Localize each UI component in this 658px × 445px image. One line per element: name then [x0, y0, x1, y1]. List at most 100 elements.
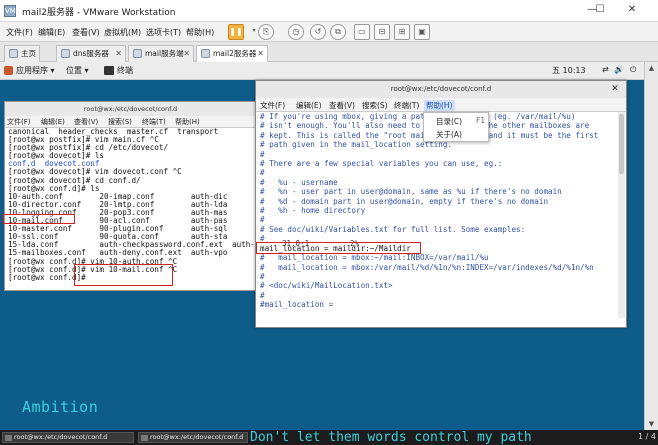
tab-label: mail服务端: [145, 49, 184, 58]
menu-search[interactable]: 搜索(S): [362, 100, 388, 111]
close-button[interactable]: ✕: [624, 3, 640, 17]
menu-view[interactable]: 查看(V): [74, 117, 98, 127]
window-title: mail2服务器 - VMware Workstation: [22, 8, 176, 18]
close-button[interactable]: ✕: [609, 83, 621, 95]
menu-edit[interactable]: 编辑(E): [296, 100, 322, 111]
menu-view[interactable]: 查看(V): [329, 100, 355, 111]
menu-edit[interactable]: 编辑(E): [41, 117, 65, 127]
menu-search[interactable]: 搜索(S): [108, 117, 132, 127]
menu-item-about[interactable]: 关于(A): [436, 129, 462, 140]
menu-edit[interactable]: 编辑(E): [38, 27, 65, 38]
close-icon[interactable]: ✕: [257, 46, 264, 61]
volume-icon[interactable]: 🔊: [614, 65, 624, 74]
revert-snapshot-icon[interactable]: ↺: [310, 24, 326, 40]
menu-file[interactable]: 文件(F): [6, 27, 33, 38]
desktop-ambition-text: Ambition: [22, 398, 99, 416]
highlight-box: [74, 264, 173, 286]
menu-item-shortcut: F1: [476, 116, 486, 125]
unity-icon[interactable]: ⊟: [374, 24, 390, 40]
terminal-icon: [5, 435, 12, 441]
vim-line: # %n - user part in user@domain, same as…: [260, 187, 562, 197]
vim-line: # %u - username: [260, 177, 338, 187]
apps-icon: [4, 66, 13, 75]
highlight-box: [3, 214, 75, 224]
vm-icon: [133, 49, 142, 58]
vim-line: # mail_location = mbox:/var/mail/%d/%1n/…: [260, 262, 594, 272]
vim-buffer[interactable]: # If you're using mbox, giving a path fi…: [260, 112, 620, 318]
menu-file[interactable]: 文件(F): [260, 100, 285, 111]
terminal-title: root@wx:/etc/dovecot/conf.d: [256, 81, 626, 98]
terminal-icon: [141, 435, 148, 441]
vim-line: #: [260, 168, 265, 178]
terminal-app-label[interactable]: 终端: [117, 65, 133, 76]
network-icon[interactable]: ⇄: [602, 65, 609, 74]
highlight-box: [256, 242, 421, 254]
tab-mail2-server[interactable]: mail2服务器 ✕: [196, 45, 268, 62]
vim-line: # %h - home directory: [260, 206, 366, 216]
vm-tab-bar: 主页 dns服务器 ✕ mail服务端 ✕ mail2服务器 ✕: [0, 42, 658, 62]
terminal-icon: [104, 66, 114, 75]
task-item-terminal[interactable]: root@wx:/etc/dovecot/conf.d: [2, 432, 134, 443]
menu-help[interactable]: 帮助(H): [424, 100, 455, 111]
send-keys-icon[interactable]: ⎘: [258, 24, 274, 40]
menu-terminal[interactable]: 终端(T): [394, 100, 419, 111]
help-dropdown-menu: 目录(C) F1 关于(A): [423, 112, 489, 142]
clock[interactable]: 五 10:13: [552, 65, 586, 76]
home-icon: [9, 49, 18, 58]
vim-line: #: [260, 215, 265, 225]
menu-help[interactable]: 帮助(H): [186, 27, 214, 38]
fullscreen-icon[interactable]: ▭: [354, 24, 370, 40]
scroll-thumb[interactable]: [619, 114, 624, 174]
close-icon[interactable]: ✕: [183, 46, 190, 61]
terminal-menu-bar: 文件(F) 编辑(E) 查看(V) 搜索(S) 终端(T) 帮助(H): [256, 98, 626, 112]
vmware-title-bar: VM mail2服务器 - VMware Workstation — ☐ ✕: [0, 0, 658, 22]
vm-icon: [201, 49, 210, 58]
vim-line: # %d - domain part in user@domain, empty…: [260, 196, 549, 206]
close-icon[interactable]: ✕: [115, 46, 122, 61]
scroll-down-icon[interactable]: ▼: [647, 420, 656, 428]
vm-icon: [61, 49, 70, 58]
menu-item-contents[interactable]: 目录(C): [436, 116, 462, 127]
vim-line: #: [260, 271, 265, 281]
vim-line: #: [260, 149, 265, 159]
task-item-terminal[interactable]: root@wx:/etc/dovecot/conf.d: [138, 432, 248, 443]
vm-scrollbar[interactable]: ▲ ▼: [644, 62, 658, 430]
vim-line: #: [260, 290, 265, 300]
maximize-button[interactable]: ☐: [592, 3, 608, 17]
scroll-up-icon[interactable]: ▲: [647, 64, 656, 72]
places-menu[interactable]: 位置 ▾: [66, 65, 89, 76]
menu-terminal[interactable]: 终端(T): [142, 117, 166, 127]
tab-mail-server[interactable]: mail服务端 ✕: [128, 45, 194, 62]
vim-line: #mail_location =: [260, 300, 334, 310]
view-icon[interactable]: ⊞: [394, 24, 410, 40]
vim-line: # See doc/wiki/Variables.txt for full li…: [260, 224, 526, 234]
menu-view[interactable]: 查看(V): [72, 27, 100, 38]
menu-help[interactable]: 帮助(H): [175, 117, 200, 127]
menu-vm[interactable]: 虚拟机(M): [104, 27, 141, 38]
vim-line: # There are a few special variables you …: [260, 159, 503, 169]
vim-line: # <doc/wiki/MailLocation.txt>: [260, 281, 393, 291]
console-icon[interactable]: ▣: [414, 24, 430, 40]
tab-label: mail2服务器: [213, 49, 257, 58]
tab-label: dns服务器: [73, 49, 109, 58]
tab-dns-server[interactable]: dns服务器 ✕: [56, 45, 126, 62]
tab-label: 主页: [21, 49, 36, 58]
menu-file[interactable]: 文件(F): [7, 117, 31, 127]
snapshot-icon[interactable]: ◷: [288, 24, 304, 40]
terminal-scrollbar[interactable]: [618, 112, 625, 318]
pause-icon[interactable]: ❚❚: [228, 24, 244, 40]
menu-tabs[interactable]: 选项卡(T): [146, 27, 181, 38]
applications-menu[interactable]: 应用程序 ▾: [16, 65, 55, 76]
task-label: root@wx:/etc/dovecot/conf.d: [14, 433, 108, 441]
desktop-marquee-text: Don't let them words control my path: [250, 430, 532, 445]
vim-line: # mail_location = mbox:~/mail:INBOX=/var…: [260, 253, 489, 263]
vmware-menu-bar: 文件(F) 编辑(E) 查看(V) 虚拟机(M) 选项卡(T) 帮助(H) ❚❚…: [0, 22, 658, 42]
terminal-output[interactable]: canonical header_checks master.cf transp…: [8, 127, 269, 282]
snapshot-manager-icon[interactable]: ⧉: [330, 24, 346, 40]
power-icon[interactable]: ⏻: [630, 65, 636, 75]
task-label: root@wx:/etc/dovecot/conf.d: [150, 433, 244, 441]
tab-home[interactable]: 主页: [4, 45, 40, 62]
left-terminal-window[interactable]: root@wx:/etc/dovecot/conf.d 文件(F) 编辑(E) …: [4, 101, 269, 291]
vmware-logo-icon: VM: [4, 5, 16, 17]
workspace-indicator[interactable]: 1 / 4: [638, 432, 656, 441]
